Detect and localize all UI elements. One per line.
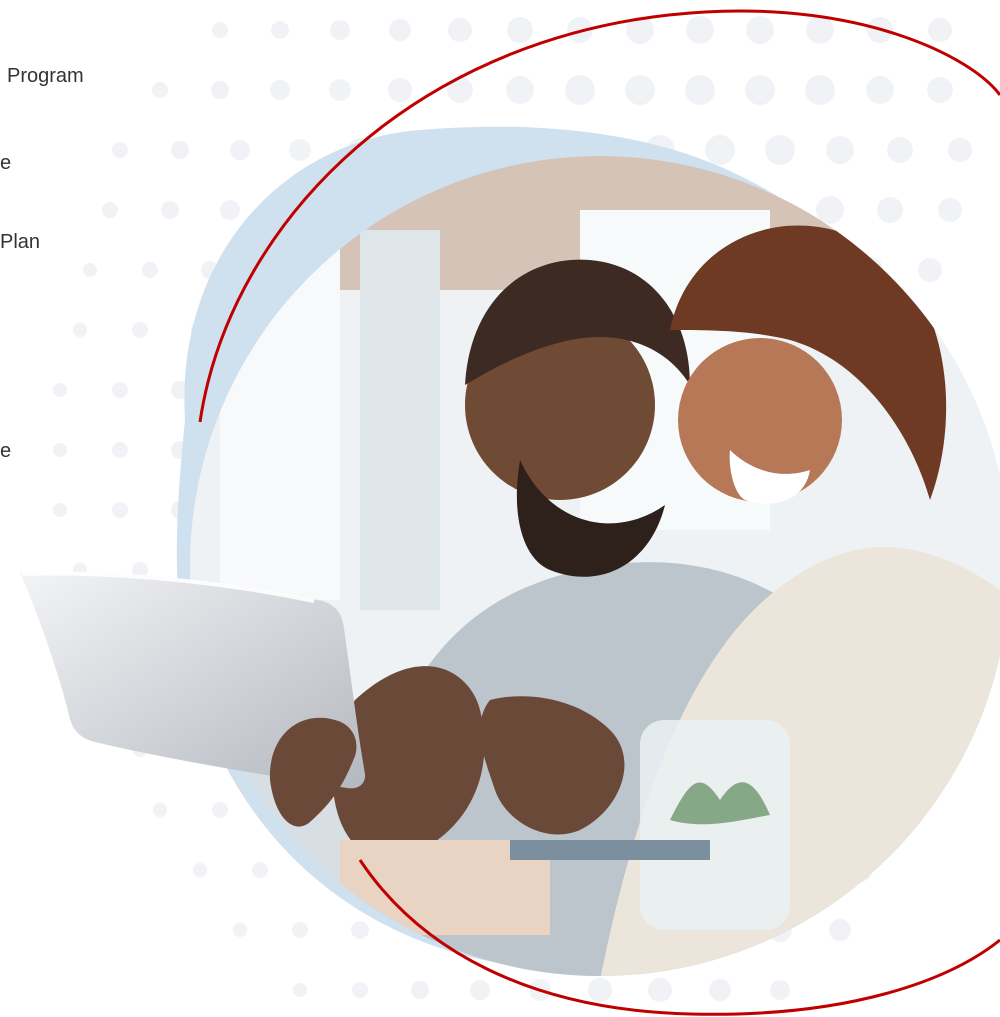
page: Program e Plan e: [0, 0, 1000, 1017]
hero-photo-collage: [20, 9, 1000, 1016]
